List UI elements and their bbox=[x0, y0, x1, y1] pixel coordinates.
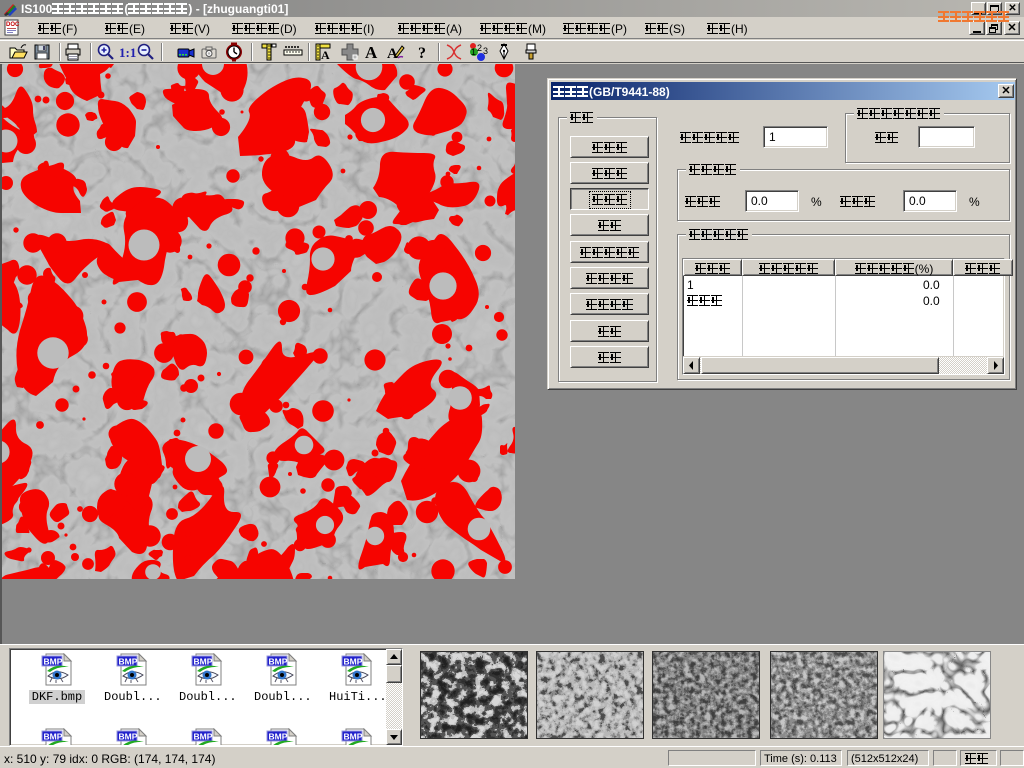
svg-text:DOC: DOC bbox=[6, 22, 20, 28]
svg-text:BMP: BMP bbox=[119, 732, 138, 742]
svg-text:1:1: 1:1 bbox=[119, 45, 136, 60]
svg-text:BMP: BMP bbox=[119, 657, 138, 667]
svg-text:BMP: BMP bbox=[344, 657, 363, 667]
svg-text:BMP: BMP bbox=[194, 732, 213, 742]
svg-text:BMP: BMP bbox=[44, 732, 63, 742]
svg-text:2: 2 bbox=[477, 43, 482, 53]
svg-text:A: A bbox=[365, 43, 378, 62]
svg-text:3: 3 bbox=[483, 46, 488, 56]
svg-text:BMP: BMP bbox=[269, 657, 288, 667]
svg-text:BMP: BMP bbox=[344, 732, 363, 742]
svg-text:?: ? bbox=[418, 45, 426, 62]
svg-text:BMP: BMP bbox=[194, 657, 213, 667]
svg-text:1: 1 bbox=[471, 47, 476, 57]
svg-text:A: A bbox=[321, 48, 330, 62]
svg-text:BMP: BMP bbox=[44, 657, 63, 667]
svg-text:BMP: BMP bbox=[269, 732, 288, 742]
